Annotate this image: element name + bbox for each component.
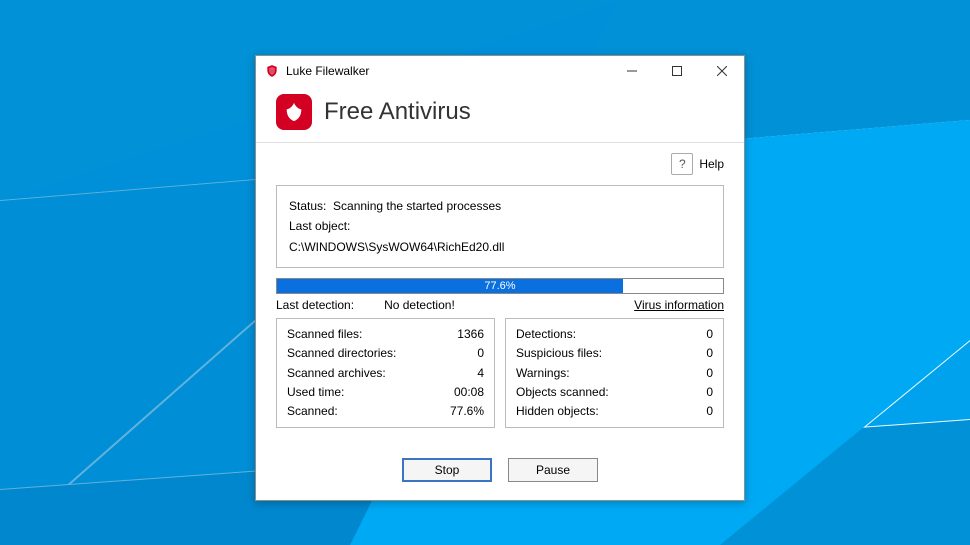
app-icon [264,63,280,79]
maximize-button[interactable] [654,56,699,86]
stat-value: 0 [706,344,713,363]
status-line: Status: Scanning the started processes [289,196,711,216]
stat-value: 0 [477,344,484,363]
last-detection-label: Last detection: [276,298,354,312]
pause-button[interactable]: Pause [508,458,598,482]
stat-value: 4 [477,364,484,383]
stat-row: Objects scanned: 0 [516,383,713,402]
stat-row: Suspicious files: 0 [516,344,713,363]
stat-label: Detections: [516,325,576,344]
stats-left: Scanned files:1366Scanned directories:0S… [276,318,495,428]
stat-label: Used time: [287,383,344,402]
brand-name: Free Antivirus [324,98,471,126]
help-button[interactable]: ? [671,153,693,175]
stat-value: 1366 [457,325,484,344]
detection-row: Last detection: No detection! Virus info… [276,298,724,312]
stat-row: Detections: 0 [516,325,713,344]
last-object-label: Last object: [289,216,711,236]
status-label: Status: [289,199,326,213]
close-button[interactable] [699,56,744,86]
stat-label: Scanned: [287,402,338,421]
stat-label: Objects scanned: [516,383,609,402]
scan-window: Luke Filewalker Free Antivirus ? Help St… [255,55,745,501]
stat-value: 77.6% [450,402,484,421]
stat-row: Hidden objects: 0 [516,402,713,421]
button-row: Stop Pause [256,444,744,500]
status-value: Scanning the started processes [333,199,501,213]
help-label: Help [699,157,724,171]
stat-value: 0 [706,383,713,402]
status-box: Status: Scanning the started processes L… [276,185,724,268]
stat-label: Suspicious files: [516,344,602,363]
minimize-button[interactable] [609,56,654,86]
last-detection-value: No detection! [384,298,455,312]
stat-label: Scanned archives: [287,364,386,383]
window-controls [609,56,744,86]
stat-label: Hidden objects: [516,402,599,421]
stat-row: Scanned archives: 4 [287,364,484,383]
app-header: Free Antivirus [256,86,744,143]
stop-button[interactable]: Stop [402,458,492,482]
window-title: Luke Filewalker [286,64,369,78]
titlebar[interactable]: Luke Filewalker [256,56,744,86]
stat-row: Warnings: 0 [516,364,713,383]
stat-label: Scanned files: [287,325,362,344]
stat-value: 00:08 [454,383,484,402]
stat-value: 0 [706,402,713,421]
stat-row: Scanned directories: 0 [287,344,484,363]
stat-label: Warnings: [516,364,570,383]
stat-value: 0 [706,364,713,383]
stats-panels: Scanned files:1366Scanned directories:0S… [276,318,724,428]
last-object-value: C:\WINDOWS\SysWOW64\RichEd20.dll [289,237,711,257]
content-area: ? Help Status: Scanning the started proc… [256,143,744,444]
virus-information-link[interactable]: Virus information [634,298,724,312]
progress-label: 77.6% [277,279,723,293]
stat-label: Scanned directories: [287,344,396,363]
progress-bar: 77.6% [276,278,724,294]
help-row: ? Help [276,153,724,175]
stat-row: Scanned: 77.6% [287,402,484,421]
stat-value: 0 [706,325,713,344]
stats-right: Detections: 0 Suspicious files: 0 Warnings: 0… [505,318,724,428]
brand-icon [276,94,312,130]
stat-row: Used time: 00:08 [287,383,484,402]
stat-row: Scanned files: 1366 [287,325,484,344]
